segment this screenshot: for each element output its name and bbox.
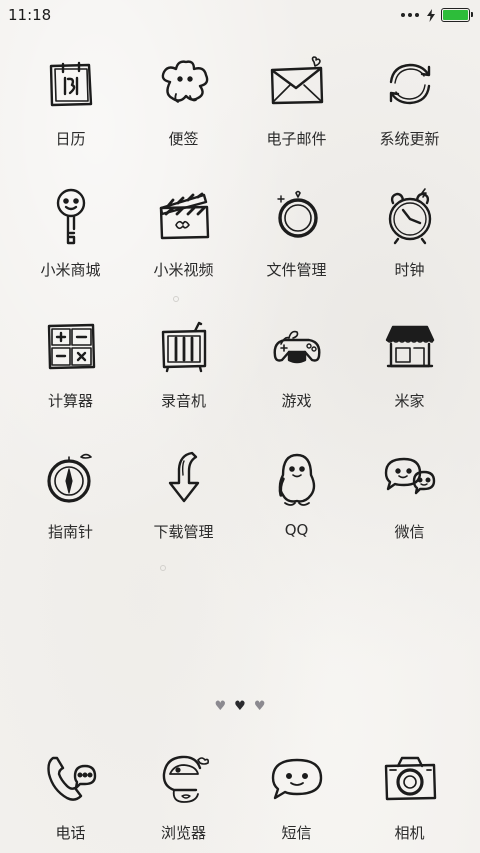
app-download-manager[interactable]: 下载管理 [127,445,240,576]
dock-messages[interactable]: 短信 [240,746,353,843]
status-bar: 11:18 [0,0,480,30]
status-time: 11:18 [8,6,52,24]
download-icon [152,445,216,509]
app-email[interactable]: 电子邮件 [240,52,353,183]
battery-level [443,10,468,20]
battery-icon [441,8,473,22]
wallpaper-speck [160,565,166,571]
app-recorder[interactable]: 录音机 [127,314,240,445]
app-mi-store[interactable]: 小米商城 [14,183,127,314]
app-label: 电子邮件 [266,130,327,148]
app-mijia[interactable]: 米家 [353,314,466,445]
app-label: 微信 [394,523,425,541]
calendar-icon [39,52,103,116]
app-label: 米家 [394,392,425,410]
page-indicator[interactable]: ♥ ♥ ♥ [0,698,480,714]
qq-icon [265,445,329,509]
app-compass[interactable]: 指南针 [14,445,127,576]
app-calendar[interactable]: 日历 [14,52,127,183]
app-label: 指南针 [47,523,93,541]
dock: 电话 浏览器 短信 相机 [14,746,466,843]
app-label: 浏览器 [160,824,206,842]
video-icon [152,183,216,247]
more-dots-icon [401,13,419,17]
app-label: 小米视频 [153,261,214,279]
update-icon [378,52,442,116]
clock-icon [378,183,442,247]
app-label: 短信 [281,824,312,842]
app-label: 文件管理 [266,261,327,279]
app-label: 便签 [168,130,199,148]
app-label: 录音机 [160,392,206,410]
compass-icon [39,445,103,509]
page-dot-active[interactable]: ♥ [234,700,246,713]
app-label: 系统更新 [379,130,440,148]
wallpaper-speck [173,296,179,302]
app-wechat[interactable]: 微信 [353,445,466,576]
game-icon [265,314,329,378]
dock-camera[interactable]: 相机 [353,746,466,843]
app-label: 时钟 [394,261,425,279]
mi-store-icon [39,183,103,247]
app-mi-video[interactable]: 小米视频 [127,183,240,314]
browser-icon [152,746,216,810]
page-dot[interactable]: ♥ [254,700,266,713]
status-indicators [401,8,473,22]
app-file-manager[interactable]: 文件管理 [240,183,353,314]
app-label: 下载管理 [153,523,214,541]
app-label: 游戏 [281,392,312,410]
app-game[interactable]: 游戏 [240,314,353,445]
app-label: 日历 [55,130,86,148]
app-grid: 日历 便签 电子邮件 系统更新 小米商城 小米视频 文件管理 时钟 计算器 录音… [14,52,466,576]
dock-phone[interactable]: 电话 [14,746,127,843]
charging-bolt-icon [427,8,435,22]
dock-browser[interactable]: 浏览器 [127,746,240,843]
app-qq[interactable]: QQ [240,445,353,576]
phone-icon [39,746,103,810]
mijia-icon [378,314,442,378]
notes-icon [152,52,216,116]
app-clock[interactable]: 时钟 [353,183,466,314]
wechat-icon [378,445,442,509]
app-label: 小米商城 [40,261,101,279]
app-label: 计算器 [47,392,93,410]
file-manager-icon [265,183,329,247]
camera-icon [378,746,442,810]
app-label: QQ [284,521,309,539]
calculator-icon [39,314,103,378]
app-label: 相机 [394,824,425,842]
messages-icon [265,746,329,810]
app-notes[interactable]: 便签 [127,52,240,183]
app-label: 电话 [55,824,86,842]
mail-icon [265,52,329,116]
page-dot[interactable]: ♥ [215,700,227,713]
app-system-update[interactable]: 系统更新 [353,52,466,183]
recorder-icon [152,314,216,378]
app-calculator[interactable]: 计算器 [14,314,127,445]
